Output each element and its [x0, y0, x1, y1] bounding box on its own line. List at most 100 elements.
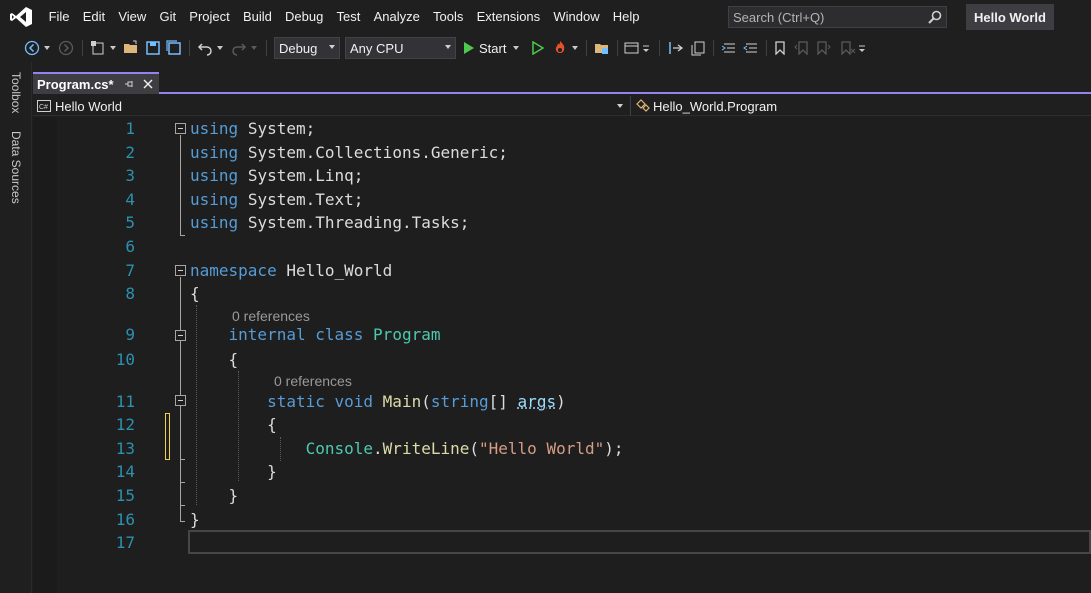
menu-tools[interactable]: Tools	[426, 0, 470, 34]
line-number: 12	[115, 415, 135, 434]
uncomment-lines-icon[interactable]	[741, 37, 761, 59]
outline-line	[180, 135, 181, 236]
open-folder-icon[interactable]	[121, 37, 141, 59]
code-line-15: }	[228, 486, 239, 505]
collapse-icon[interactable]	[175, 395, 186, 406]
save-all-icon[interactable]	[164, 37, 184, 59]
forward-icon[interactable]	[56, 37, 76, 59]
line-number: 8	[125, 284, 135, 303]
menu-file[interactable]: File	[42, 0, 76, 34]
collapse-icon[interactable]	[175, 123, 186, 134]
tab-program-cs[interactable]: Program.cs*	[33, 72, 159, 94]
new-project-dropdown-icon[interactable]	[108, 37, 118, 59]
close-icon[interactable]	[140, 76, 156, 92]
outline-line	[180, 459, 185, 460]
solution-platform-select[interactable]: Any CPU	[345, 37, 456, 59]
line-number: 2	[125, 143, 135, 162]
line-number: 14	[115, 462, 135, 481]
redo-dropdown-icon[interactable]	[249, 37, 259, 59]
outline-line	[180, 521, 185, 522]
menu-git[interactable]: Git	[153, 0, 183, 34]
comment-lines-icon[interactable]	[719, 37, 739, 59]
solution-explorer-icon[interactable]	[592, 37, 612, 59]
code-line-8: {	[190, 284, 200, 303]
line-number: 16	[115, 510, 135, 529]
pin-icon[interactable]	[122, 77, 136, 91]
code-line-5: using System.Threading.Tasks;	[190, 213, 470, 232]
configuration-value: Debug	[279, 40, 318, 56]
line-number: 10	[115, 350, 135, 369]
change-indicator	[165, 413, 170, 460]
collapse-icon[interactable]	[175, 265, 186, 276]
next-bookmark-icon[interactable]	[814, 37, 834, 59]
back-dropdown-icon[interactable]	[42, 37, 52, 59]
line-number: 17	[115, 533, 135, 552]
menu-help[interactable]: Help	[606, 0, 646, 34]
hot-reload-dropdown-icon[interactable]	[570, 37, 580, 59]
toolbar-separator	[713, 40, 714, 56]
step-over-icon[interactable]	[666, 37, 686, 59]
menu-test[interactable]: Test	[330, 0, 367, 34]
menu-view[interactable]: View	[112, 0, 153, 34]
toolbar-overflow-icon[interactable]	[858, 37, 868, 59]
menu-bar: File Edit View Git Project Build Debug T…	[0, 0, 1091, 34]
type-dropdown[interactable]: Hello_World.Program	[630, 96, 1091, 116]
line-number: 4	[125, 190, 135, 209]
toolbox-tab[interactable]: Toolbox	[9, 72, 23, 113]
undo-icon[interactable]	[195, 37, 215, 59]
code-line-9: internal class Program	[228, 325, 441, 344]
start-button[interactable]: Start	[461, 37, 525, 59]
solution-name: Hello World	[966, 4, 1054, 30]
chevron-down-icon	[445, 45, 451, 49]
menu-extensions[interactable]: Extensions	[470, 0, 547, 34]
line-number: 9	[125, 325, 135, 344]
code-lens-references[interactable]: 0 references	[274, 372, 352, 390]
start-without-debugging-icon[interactable]	[528, 37, 546, 59]
undo-dropdown-icon[interactable]	[215, 37, 225, 59]
new-project-icon[interactable]	[88, 37, 108, 59]
layout-dropdown-icon[interactable]	[642, 37, 652, 59]
navigation-bar: C# Hello World Hello_World.Program	[33, 96, 1091, 116]
pages-icon[interactable]	[688, 37, 708, 59]
hot-reload-icon[interactable]	[550, 37, 570, 59]
line-number: 7	[125, 261, 135, 280]
toolbar-separator	[617, 40, 618, 56]
menu-project[interactable]: Project	[183, 0, 237, 34]
toolbar-separator	[586, 40, 587, 56]
save-icon[interactable]	[143, 37, 163, 59]
code-line-7: namespace Hello_World	[190, 261, 393, 280]
project-dropdown[interactable]: C# Hello World	[33, 96, 625, 116]
bookmark-icon[interactable]	[771, 37, 789, 59]
code-line-4: using System.Text;	[190, 190, 364, 209]
clear-bookmarks-icon[interactable]	[838, 37, 858, 59]
vs-logo-icon[interactable]	[0, 0, 42, 34]
start-label: Start	[479, 40, 507, 56]
search-input[interactable]: Search (Ctrl+Q)	[728, 6, 947, 28]
line-number: 15	[115, 486, 135, 505]
search-icon[interactable]	[924, 10, 946, 24]
menu-build[interactable]: Build	[236, 0, 278, 34]
solution-configuration-select[interactable]: Debug	[274, 37, 340, 59]
project-name: Hello World	[55, 98, 122, 114]
menu-edit[interactable]: Edit	[76, 0, 112, 34]
window-layout-icon[interactable]	[622, 37, 642, 59]
back-icon[interactable]	[22, 37, 42, 59]
menu-analyze[interactable]: Analyze	[367, 0, 426, 34]
redo-icon[interactable]	[229, 37, 249, 59]
start-dropdown-icon	[513, 46, 520, 50]
menu-debug[interactable]: Debug	[278, 0, 330, 34]
toolbar-separator	[82, 40, 83, 56]
collapse-icon[interactable]	[175, 330, 186, 341]
glyph-margin	[33, 117, 57, 593]
menu-window[interactable]: Window	[547, 0, 606, 34]
data-sources-tab[interactable]: Data Sources	[9, 131, 23, 204]
code-editor[interactable]: 1 2 3 4 5 6 7 8 9 10 11 12 13 14 15 16 1…	[33, 117, 1091, 593]
csharp-project-icon: C#	[37, 100, 51, 112]
previous-bookmark-icon[interactable]	[792, 37, 812, 59]
toolbar-separator	[659, 40, 660, 56]
chevron-down-icon	[617, 104, 623, 108]
code-line-3: using System.Linq;	[190, 166, 364, 185]
outline-line	[180, 482, 185, 483]
line-number: 3	[125, 166, 135, 185]
start-icon	[464, 42, 474, 54]
